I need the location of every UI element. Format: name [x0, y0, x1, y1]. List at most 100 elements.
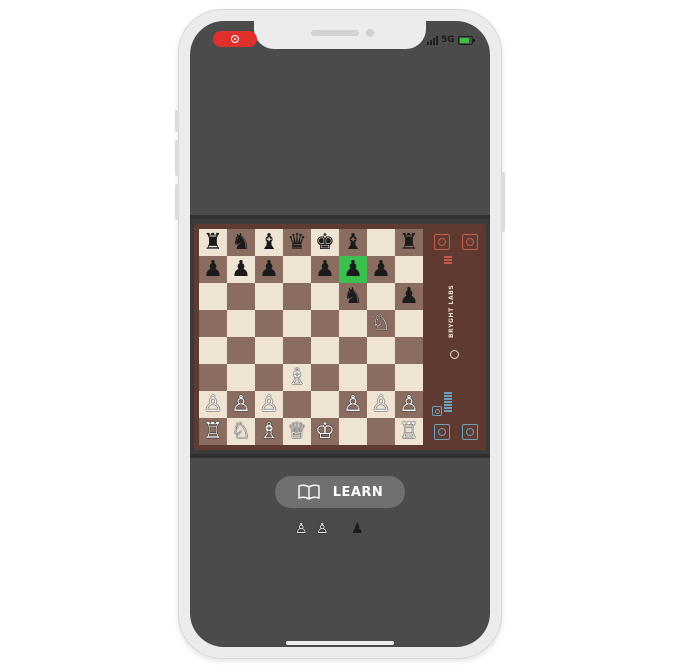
board-square[interactable] — [339, 337, 367, 364]
white-pawn-piece[interactable]: ♙ — [399, 393, 419, 416]
board-square[interactable]: ♝ — [339, 229, 367, 256]
board-square[interactable]: ♙ — [395, 391, 423, 418]
home-indicator[interactable] — [286, 641, 394, 645]
board-square[interactable] — [199, 283, 227, 310]
board-square[interactable] — [311, 391, 339, 418]
board-square[interactable]: ♟ — [367, 256, 395, 283]
board-square[interactable] — [199, 364, 227, 391]
board-square[interactable]: ♝ — [255, 229, 283, 256]
board-square[interactable] — [283, 310, 311, 337]
white-pawn-piece[interactable]: ♙ — [371, 393, 391, 416]
white-pawn-piece[interactable]: ♙ — [203, 393, 223, 416]
board-square[interactable]: ♚ — [311, 229, 339, 256]
board-square[interactable] — [255, 310, 283, 337]
board-square[interactable]: ♟ — [255, 256, 283, 283]
white-bishop-piece[interactable]: ♗ — [287, 366, 307, 389]
board-square[interactable] — [339, 310, 367, 337]
black-bishop-piece[interactable]: ♝ — [259, 231, 279, 254]
player-settings-icon[interactable] — [434, 424, 450, 440]
white-king-piece[interactable]: ♔ — [315, 420, 335, 443]
board-square[interactable]: ♛ — [283, 229, 311, 256]
board-square[interactable]: ♜ — [395, 229, 423, 256]
opponent-settings-icon[interactable] — [434, 234, 450, 250]
player-undo-icon[interactable] — [462, 424, 478, 440]
board-square[interactable]: ♙ — [367, 391, 395, 418]
chess-board[interactable]: ♜ ♞ ♝ ♛ ♚ ♝ ♜ ♟ ♟ ♟ ♟ ♟ ♟ ♞ ♟ ♘ ♗ ♙ ♙ ♙ ♙ ♙ ♙ ♖ ♘ ♗ ♕ ♔ ♖ — [199, 229, 423, 445]
black-queen-piece[interactable]: ♛ — [287, 231, 307, 254]
board-square[interactable] — [255, 337, 283, 364]
white-pawn-piece[interactable]: ♙ — [259, 393, 279, 416]
board-square[interactable] — [339, 418, 367, 445]
learn-button[interactable]: LEARN — [275, 476, 405, 508]
board-square[interactable] — [227, 337, 255, 364]
board-square[interactable] — [311, 364, 339, 391]
black-pawn-piece[interactable]: ♟ — [399, 285, 419, 308]
board-square[interactable] — [367, 283, 395, 310]
white-knight-piece[interactable]: ♘ — [231, 420, 251, 443]
board-square[interactable]: ♘ — [367, 310, 395, 337]
white-rook-piece[interactable]: ♖ — [203, 420, 223, 443]
board-square[interactable]: ♞ — [227, 229, 255, 256]
board-square[interactable] — [311, 310, 339, 337]
board-square[interactable]: ♔ — [311, 418, 339, 445]
white-pawn-piece[interactable]: ♙ — [343, 393, 363, 416]
white-knight-piece[interactable]: ♘ — [371, 312, 391, 335]
board-square[interactable] — [199, 337, 227, 364]
board-square[interactable] — [283, 283, 311, 310]
black-knight-piece[interactable]: ♞ — [343, 285, 363, 308]
white-bishop-piece[interactable]: ♗ — [259, 420, 279, 443]
board-square[interactable]: ♟ — [339, 256, 367, 283]
board-square[interactable]: ♟ — [227, 256, 255, 283]
black-rook-piece[interactable]: ♜ — [203, 231, 223, 254]
white-pawn-piece[interactable]: ♙ — [231, 393, 251, 416]
board-square[interactable]: ♞ — [339, 283, 367, 310]
board-square[interactable]: ♙ — [227, 391, 255, 418]
board-square[interactable]: ♟ — [395, 283, 423, 310]
black-pawn-piece[interactable]: ♟ — [371, 258, 391, 281]
board-square[interactable] — [367, 418, 395, 445]
board-square[interactable] — [311, 283, 339, 310]
board-square[interactable] — [311, 337, 339, 364]
board-square[interactable]: ♟ — [311, 256, 339, 283]
black-knight-piece[interactable]: ♞ — [231, 231, 251, 254]
board-square[interactable]: ♙ — [199, 391, 227, 418]
board-square[interactable] — [199, 310, 227, 337]
board-square[interactable] — [395, 256, 423, 283]
black-pawn-piece[interactable]: ♟ — [231, 258, 251, 281]
white-queen-piece[interactable]: ♕ — [287, 420, 307, 443]
black-pawn-piece[interactable]: ♟ — [343, 258, 363, 281]
board-square[interactable] — [255, 283, 283, 310]
board-square[interactable] — [227, 283, 255, 310]
black-pawn-piece[interactable]: ♟ — [203, 258, 223, 281]
board-square[interactable] — [367, 229, 395, 256]
board-square[interactable] — [255, 364, 283, 391]
board-square[interactable] — [395, 364, 423, 391]
board-square[interactable]: ♟ — [199, 256, 227, 283]
board-square[interactable]: ♗ — [255, 418, 283, 445]
board-square[interactable]: ♗ — [283, 364, 311, 391]
black-rook-piece[interactable]: ♜ — [399, 231, 419, 254]
board-square[interactable] — [367, 337, 395, 364]
black-bishop-piece[interactable]: ♝ — [343, 231, 363, 254]
board-square[interactable]: ♕ — [283, 418, 311, 445]
screen-recording-indicator[interactable] — [213, 31, 257, 47]
board-square[interactable] — [339, 364, 367, 391]
black-king-piece[interactable]: ♚ — [315, 231, 335, 254]
board-square[interactable] — [283, 391, 311, 418]
board-square[interactable] — [395, 310, 423, 337]
board-square[interactable] — [367, 364, 395, 391]
board-square[interactable] — [227, 310, 255, 337]
white-rook-piece[interactable]: ♖ — [399, 420, 419, 443]
board-square[interactable]: ♖ — [395, 418, 423, 445]
board-square[interactable]: ♖ — [199, 418, 227, 445]
opponent-undo-icon[interactable] — [462, 234, 478, 250]
board-square[interactable] — [227, 364, 255, 391]
board-square[interactable]: ♜ — [199, 229, 227, 256]
board-square[interactable]: ♘ — [227, 418, 255, 445]
player-avatar-icon[interactable] — [432, 406, 442, 416]
black-pawn-piece[interactable]: ♟ — [315, 258, 335, 281]
board-square[interactable] — [395, 337, 423, 364]
board-square[interactable]: ♙ — [255, 391, 283, 418]
board-square[interactable] — [283, 256, 311, 283]
board-square[interactable] — [283, 337, 311, 364]
